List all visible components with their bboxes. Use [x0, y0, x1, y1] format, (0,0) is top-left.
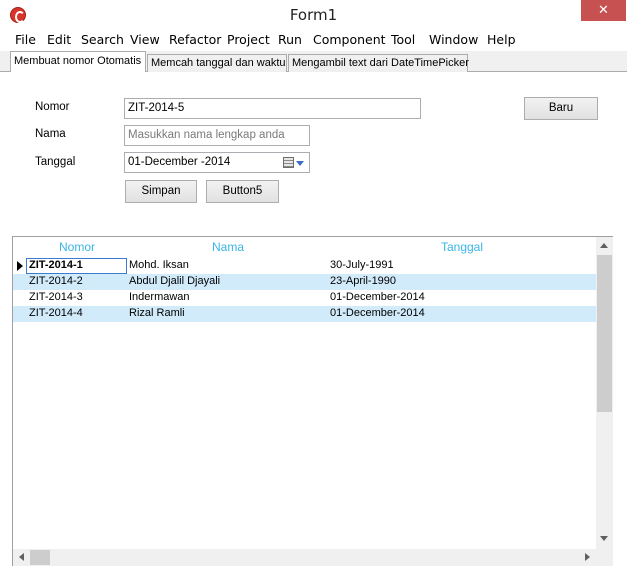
button5-button[interactable]: Button5 — [206, 180, 279, 203]
menu-view[interactable]: View — [130, 32, 160, 47]
cell-nomor[interactable]: ZIT-2014-2 — [29, 275, 83, 287]
scroll-left-icon[interactable] — [19, 553, 24, 561]
nomor-field[interactable]: ZIT-2014-5 — [124, 98, 421, 119]
row-pointer-icon — [17, 261, 23, 271]
scroll-down-icon[interactable] — [600, 536, 608, 541]
baru-button[interactable]: Baru — [524, 97, 598, 120]
cell-nama[interactable]: Mohd. Iksan — [129, 259, 189, 271]
nama-label: Nama — [35, 128, 66, 140]
close-button[interactable]: ✕ — [581, 0, 626, 21]
scrollbar-corner — [596, 549, 613, 566]
column-header-tanggal[interactable]: Tanggal — [329, 240, 595, 254]
column-header-nama[interactable]: Nama — [128, 240, 328, 254]
tanggal-label: Tanggal — [35, 156, 76, 168]
table-row[interactable]: ZIT-2014-1 Mohd. Iksan 30-July-1991 — [13, 258, 596, 274]
menu-refactor[interactable]: Refactor — [169, 32, 221, 47]
chevron-down-icon[interactable] — [296, 161, 304, 166]
menu-tool[interactable]: Tool — [391, 32, 415, 47]
cell-nomor[interactable]: ZIT-2014-4 — [29, 307, 83, 319]
simpan-button[interactable]: Simpan — [125, 180, 197, 203]
cell-nama[interactable]: Rizal Ramli — [129, 307, 185, 319]
vertical-scrollbar[interactable] — [596, 237, 613, 549]
horizontal-scrollbar[interactable] — [13, 549, 596, 566]
cell-tanggal[interactable]: 01-December-2014 — [330, 307, 425, 319]
cell-tanggal[interactable]: 01-December-2014 — [330, 291, 425, 303]
menu-project[interactable]: Project — [227, 32, 270, 47]
table-row[interactable]: ZIT-2014-4 Rizal Ramli 01-December-2014 — [13, 306, 596, 322]
cell-nomor[interactable]: ZIT-2014-1 — [29, 259, 83, 271]
cell-nama[interactable]: Abdul Djalil Djayali — [129, 275, 220, 287]
tab-memcah-tanggal[interactable]: Memcah tanggal dan waktu — [147, 54, 287, 72]
menu-run[interactable]: Run — [278, 32, 302, 47]
nama-field[interactable]: Masukkan nama lengkap anda — [124, 125, 310, 146]
cell-nama[interactable]: Indermawan — [129, 291, 190, 303]
menu-edit[interactable]: Edit — [47, 32, 71, 47]
menu-help[interactable]: Help — [487, 32, 516, 47]
cell-nomor[interactable]: ZIT-2014-3 — [29, 291, 83, 303]
menu-file[interactable]: File — [15, 32, 36, 47]
title-bar: Form1 ✕ — [0, 0, 627, 30]
nomor-label: Nomor — [35, 101, 70, 113]
menu-component[interactable]: Component — [313, 32, 386, 47]
grid-header: Nomor Nama Tanggal — [13, 237, 596, 256]
column-header-nomor[interactable]: Nomor — [27, 240, 127, 254]
tab-mengambil-text[interactable]: Mengambil text dari DateTimePicker — [288, 54, 469, 72]
data-grid[interactable]: Nomor Nama Tanggal ZIT-2014-1 Mohd. Iksa… — [12, 236, 613, 566]
scroll-right-icon[interactable] — [585, 553, 590, 561]
cell-tanggal[interactable]: 30-July-1991 — [330, 259, 394, 271]
tanggal-value: 01-December -2014 — [128, 156, 231, 168]
scroll-up-icon[interactable] — [600, 243, 608, 248]
window-title: Form1 — [289, 6, 338, 24]
tab-bar: Membuat nomor Otomatis Memcah tanggal da… — [0, 51, 627, 73]
vertical-scroll-thumb[interactable] — [597, 255, 612, 412]
menu-window[interactable]: Window — [429, 32, 478, 47]
table-row[interactable]: ZIT-2014-3 Indermawan 01-December-2014 — [13, 290, 596, 306]
calendar-icon[interactable] — [283, 157, 294, 168]
form-panel: Nomor ZIT-2014-5 Nama Masukkan nama leng… — [0, 72, 627, 232]
menu-bar: File Edit Search View Refactor Project R… — [0, 30, 627, 50]
tab-membuat-nomor-otomatis[interactable]: Membuat nomor Otomatis — [10, 51, 146, 73]
horizontal-scroll-thumb[interactable] — [30, 550, 50, 565]
menu-search[interactable]: Search — [81, 32, 124, 47]
table-row[interactable]: ZIT-2014-2 Abdul Djalil Djayali 23-April… — [13, 274, 596, 290]
cell-tanggal[interactable]: 23-April-1990 — [330, 275, 396, 287]
